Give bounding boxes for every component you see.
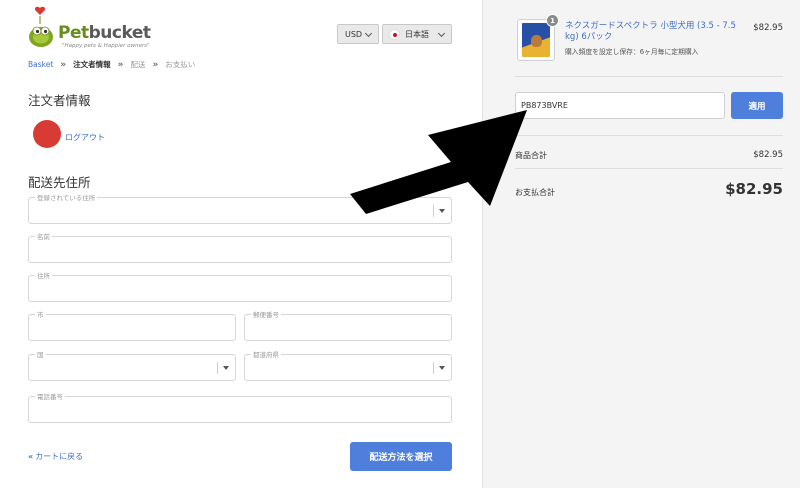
phone-field[interactable]: 電話番号 [28,391,452,423]
postal-code-label: 郵便番号 [251,309,281,319]
city-label: 市 [35,309,46,319]
annotation-arrow-icon [350,110,527,214]
breadcrumb: Basket » 注文者情報 » 配送 » お支払い [28,59,195,70]
breadcrumb-payment: お支払い [165,60,196,69]
currency-select[interactable]: USD [337,24,379,44]
subscription-note: 購入頻度を設定し保存：6ヶ月毎に定期購入 [565,48,699,56]
chevron-down-icon [437,29,446,38]
back-to-cart-link[interactable]: «カートに戻る [28,451,83,462]
japan-flag-icon [389,29,400,40]
divider [515,168,783,169]
order-summary-panel [482,0,800,488]
breadcrumb-customer-info: 注文者情報 [73,60,111,69]
select-shipping-method-button[interactable]: 配送方法を選択 [350,442,452,471]
breadcrumb-basket[interactable]: Basket [28,60,53,69]
back-to-cart-label: カートに戻る [35,452,84,461]
apply-discount-button[interactable]: 適用 [731,92,783,119]
address-label: 住所 [35,270,52,280]
double-chevron-left-icon: « [28,452,34,461]
city-field[interactable]: 市 [28,309,236,341]
language-select[interactable]: 日本語 [382,24,452,44]
product-price: $82.95 [753,23,783,33]
petbucket-logo[interactable]: Petbucket "Happy pets & Happier owners" [28,6,151,50]
total-value: $82.95 [725,180,783,198]
name-field[interactable]: 名前 [28,231,452,263]
breadcrumb-separator: » [117,59,124,70]
breadcrumb-shipping: 配送 [130,60,146,69]
checkout-form-panel: Petbucket "Happy pets & Happier owners" … [0,0,482,488]
saved-address-label: 登録されている住所 [35,192,98,202]
brand-tagline: "Happy pets & Happier owners" [62,43,150,49]
quantity-badge: 1 [546,14,559,27]
divider [515,76,783,77]
chevron-down-icon [364,29,373,38]
shipping-address-heading: 配送先住所 [28,175,91,190]
language-value: 日本語 [405,29,429,39]
product-box-image [522,23,550,57]
phone-label: 電話番号 [35,391,65,401]
address-field[interactable]: 住所 [28,270,452,302]
country-label: 国 [35,349,46,359]
avatar [33,120,61,148]
country-select[interactable]: 国 [28,349,236,381]
postal-code-field[interactable]: 郵便番号 [244,309,452,341]
prefecture-select[interactable]: 都道府県 [244,349,452,381]
brand-name: Petbucket [58,23,151,43]
breadcrumb-separator: » [152,59,159,70]
prefecture-label: 都道府県 [251,349,281,359]
dropdown-divider [217,362,218,374]
subtotal-value: $82.95 [753,150,783,160]
divider [515,135,783,136]
currency-value: USD [345,29,363,39]
breadcrumb-separator: » [60,59,67,70]
name-label: 名前 [35,231,52,241]
product-name-link[interactable]: ネクスガードスペクトラ 小型犬用 (3.5 - 7.5 kg) 6パック [565,21,745,43]
logout-link[interactable]: ログアウト [65,132,105,143]
caret-down-icon [439,366,445,370]
discount-code-input[interactable]: PB873BVRE [515,92,725,119]
customer-info-heading: 注文者情報 [28,93,91,108]
caret-down-icon [223,366,229,370]
dropdown-divider [433,362,434,374]
